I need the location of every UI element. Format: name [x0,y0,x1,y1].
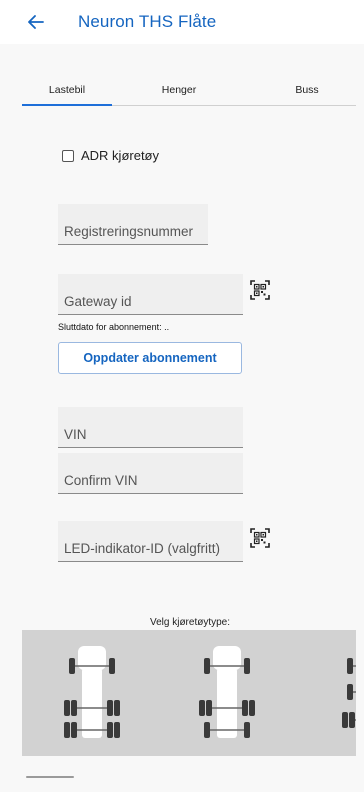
adr-checkbox-row[interactable]: ADR kjøretøy [62,148,159,163]
vehicle-category-tabs: Lastebil Henger Buss [22,74,356,106]
truck-axle-config-3-icon[interactable] [340,640,356,744]
update-subscription-button[interactable]: Oppdater abonnement [58,342,242,374]
gateway-id-input[interactable]: Gateway id [58,274,243,315]
tab-indicator [22,104,112,106]
qr-code-icon[interactable] [250,528,270,548]
registration-number-placeholder: Registreringsnummer [64,224,194,239]
vehicle-type-carousel[interactable] [22,630,356,756]
qr-code-icon[interactable] [250,280,270,300]
registration-number-input[interactable]: Registreringsnummer [58,204,208,245]
page-title: Neuron THS Flåte [78,12,217,31]
carousel-scroll-thumb[interactable] [26,776,74,778]
truck-axle-config-1-icon[interactable] [62,640,122,744]
adr-checkbox[interactable] [62,149,74,162]
vin-input[interactable]: VIN [58,407,243,448]
carousel-scrollbar[interactable] [22,776,356,779]
tab-henger[interactable]: Henger [134,74,224,106]
led-indicator-id-placeholder: LED-indikator-ID (valgfritt) [64,541,221,556]
tab-buss[interactable]: Buss [262,74,352,106]
form-content: Lastebil Henger Buss ADR kjøretøy Regist… [0,44,364,792]
back-button[interactable] [22,8,50,36]
arrow-left-icon [28,15,44,29]
led-indicator-id-input[interactable]: LED-indikator-ID (valgfritt) [58,521,243,562]
subscription-end-date: Sluttdato for abonnement: .. [58,322,170,332]
adr-label: ADR kjøretøy [81,148,159,163]
tab-lastebil[interactable]: Lastebil [22,74,112,106]
app-bar: Neuron THS Flåte [0,0,364,44]
truck-axle-config-2-icon[interactable] [197,640,257,744]
confirm-vin-placeholder: Confirm VIN [64,473,138,488]
gateway-id-placeholder: Gateway id [64,294,132,309]
confirm-vin-input[interactable]: Confirm VIN [58,453,243,494]
vin-placeholder: VIN [64,427,87,442]
vehicle-type-label: Velg kjøretøytype: [149,617,231,628]
